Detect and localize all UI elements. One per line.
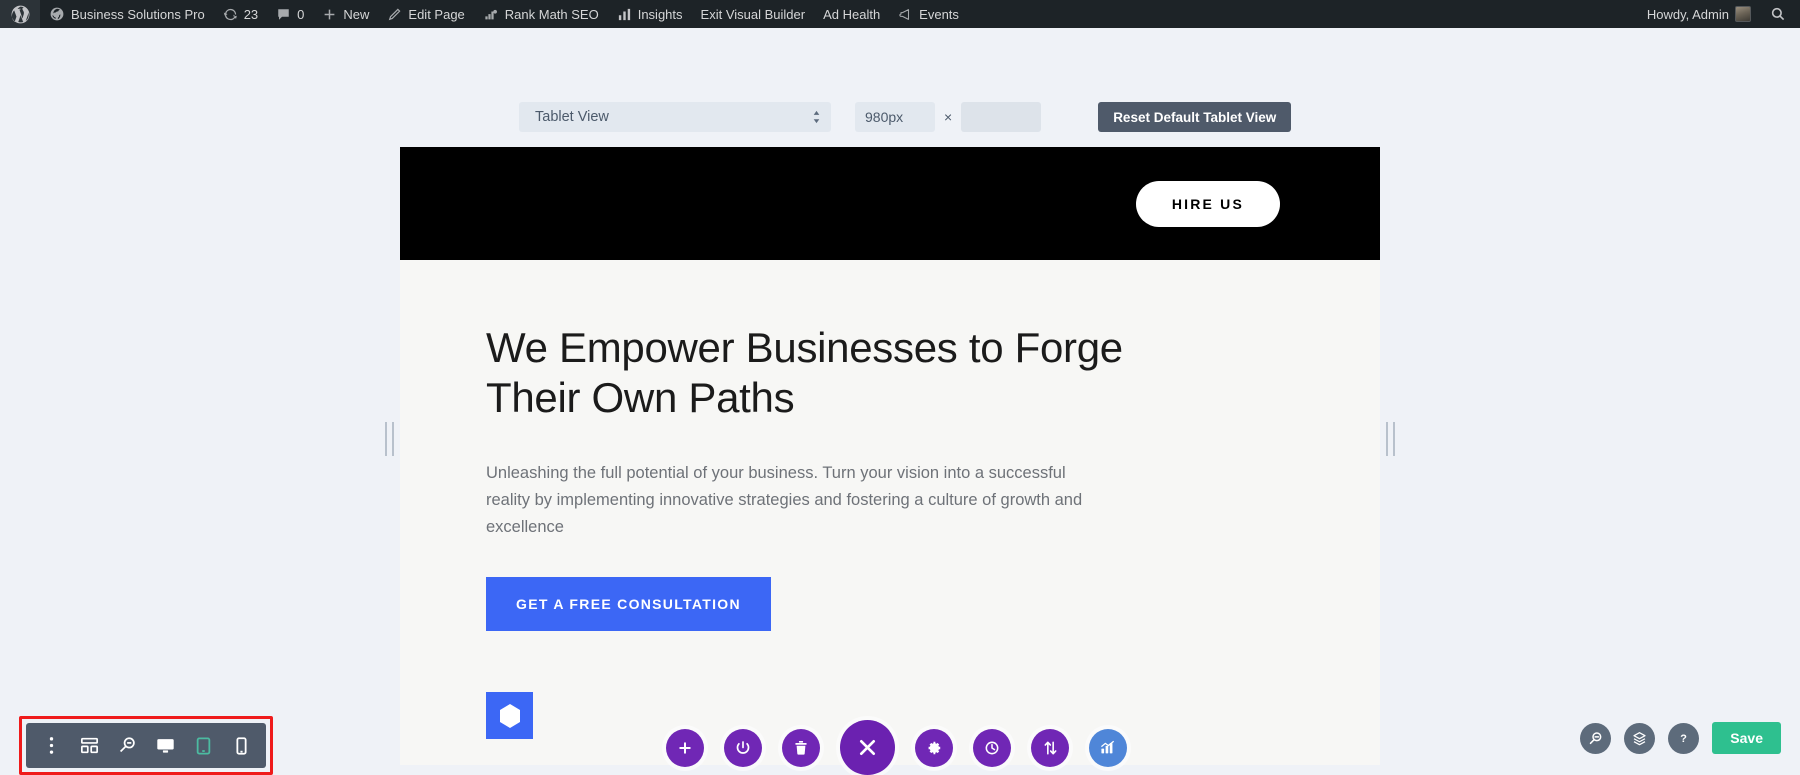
handle-line <box>385 422 387 456</box>
admin-bar-item-exit-visual-builder[interactable]: Exit Visual Builder <box>692 0 815 28</box>
site-header: HIRE US <box>400 147 1380 260</box>
visual-builder-canvas: Tablet View × Reset Default Tablet View … <box>0 28 1800 775</box>
handle-line <box>1386 422 1388 456</box>
stats-icon[interactable] <box>1089 728 1127 767</box>
hero-section: We Empower Businesses to Forge Their Own… <box>400 260 1380 740</box>
handle-line <box>1393 422 1395 456</box>
admin-bar-insights-label: Insights <box>637 6 683 22</box>
save-button[interactable]: Save <box>1712 722 1781 754</box>
get-free-consultation-button[interactable]: GET A FREE CONSULTATION <box>486 577 771 632</box>
resize-handle-left[interactable] <box>385 422 394 456</box>
sort-icon[interactable] <box>1031 728 1069 767</box>
phone-view-icon[interactable] <box>222 723 260 768</box>
admin-bar-events-label: Events <box>919 6 959 22</box>
layers-icon[interactable] <box>1624 722 1656 754</box>
admin-bar-ad-health-label: Ad Health <box>823 6 881 22</box>
view-height-input[interactable] <box>961 102 1042 132</box>
avatar <box>1735 6 1751 22</box>
comments-icon <box>276 7 291 22</box>
gear-icon[interactable] <box>915 728 953 767</box>
pencil-icon <box>387 7 402 22</box>
admin-bar-item-site-name[interactable]: Business Solutions Pro <box>40 0 214 28</box>
view-mode-select[interactable]: Tablet View <box>519 102 831 132</box>
admin-bar-item-new[interactable]: New <box>313 0 378 28</box>
hexagon-logo-icon <box>486 692 533 740</box>
admin-bar-item-ad-health[interactable]: Ad Health <box>814 0 889 28</box>
tablet-view-icon[interactable] <box>184 723 222 768</box>
admin-bar-my-account[interactable]: Howdy, Admin <box>1638 0 1760 28</box>
admin-bar-item-comments[interactable]: 0 <box>267 0 313 28</box>
admin-bar-item-events[interactable]: Events <box>889 0 968 28</box>
hero-paragraph: Unleashing the full potential of your bu… <box>486 464 1083 536</box>
admin-bar-item-insights[interactable]: Insights <box>608 0 692 28</box>
howdy-label: Howdy, Admin <box>1646 6 1729 22</box>
search-icon <box>1770 6 1786 22</box>
builder-settings-menu <box>666 720 1127 775</box>
comments-count: 0 <box>297 6 305 22</box>
hero-heading: We Empower Businesses to Forge Their Own… <box>486 324 1123 421</box>
megaphone-icon <box>898 7 913 22</box>
wp-logo-button[interactable] <box>0 0 40 28</box>
help-icon[interactable]: ? <box>1668 722 1700 754</box>
hire-us-button[interactable]: HIRE US <box>1135 180 1280 227</box>
wireframe-view-icon[interactable] <box>70 723 108 768</box>
resize-handle-right[interactable] <box>1386 422 1395 456</box>
wp-admin-bar: Business Solutions Pro 23 0 New Edit Pag… <box>0 0 1800 28</box>
site-icon <box>49 6 65 22</box>
power-icon[interactable] <box>724 728 762 767</box>
admin-bar-rank-math-label: Rank Math SEO <box>504 6 599 22</box>
svg-text:?: ? <box>1680 733 1687 745</box>
add-icon[interactable] <box>666 728 704 767</box>
more-options-icon[interactable] <box>32 723 70 768</box>
close-icon[interactable] <box>840 720 895 775</box>
updates-count: 23 <box>243 6 259 22</box>
trash-icon[interactable] <box>782 728 820 767</box>
plus-icon <box>322 7 337 22</box>
chevron-updown-icon <box>812 110 821 124</box>
reset-default-view-button[interactable]: Reset Default Tablet View <box>1098 102 1292 132</box>
handle-line <box>392 422 394 456</box>
wordpress-logo-icon <box>11 5 30 24</box>
site-preview-frame: HIRE US We Empower Businesses to Forge T… <box>400 147 1380 765</box>
bar-chart-icon <box>617 7 632 22</box>
responsive-preview-toolbar-highlight <box>19 716 273 775</box>
builder-bottom-right-controls: ? Save <box>1580 722 1781 754</box>
responsive-preview-toolbar <box>26 723 266 768</box>
admin-bar-item-edit-page[interactable]: Edit Page <box>378 0 473 28</box>
history-icon[interactable] <box>973 728 1011 767</box>
search-icon[interactable] <box>1580 722 1612 754</box>
desktop-view-icon[interactable] <box>146 723 184 768</box>
admin-bar-search-button[interactable] <box>1760 0 1800 28</box>
admin-bar-edit-page-label: Edit Page <box>408 6 465 22</box>
admin-bar-site-name-label: Business Solutions Pro <box>71 6 205 22</box>
admin-bar-item-rank-math[interactable]: Rank Math SEO <box>474 0 608 28</box>
dimension-separator: × <box>944 109 953 125</box>
zoom-out-icon[interactable] <box>108 723 146 768</box>
admin-bar-item-updates[interactable]: 23 <box>214 0 267 28</box>
view-width-input[interactable] <box>855 102 935 132</box>
admin-bar-new-label: New <box>343 6 370 22</box>
view-mode-value: Tablet View <box>535 109 609 125</box>
updates-icon <box>223 7 238 22</box>
admin-bar-exit-builder-label: Exit Visual Builder <box>700 6 806 22</box>
responsive-view-toolbar: Tablet View × Reset Default Tablet View <box>519 102 1292 132</box>
rank-math-icon <box>483 7 499 22</box>
